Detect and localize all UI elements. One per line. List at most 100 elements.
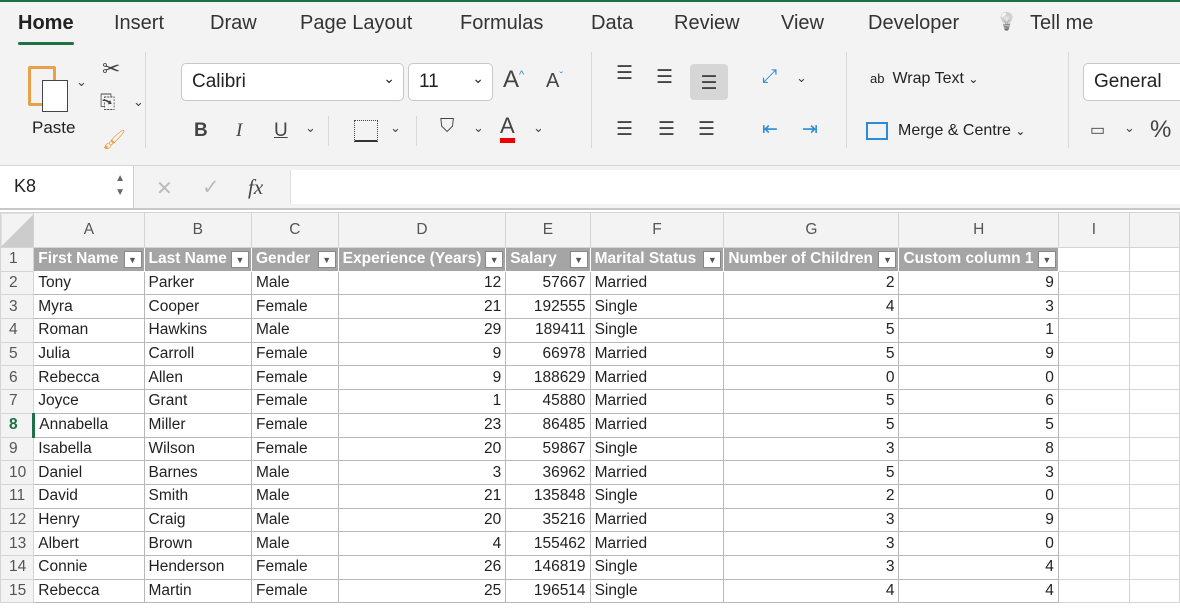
tab-insert[interactable]: Insert <box>114 12 164 35</box>
cell[interactable] <box>1057 578 1130 604</box>
cell[interactable]: 196514 <box>505 578 591 604</box>
paste-chevron-icon[interactable]: ⌄ <box>76 74 87 90</box>
cell[interactable]: 3 <box>723 507 900 533</box>
cell[interactable]: Female <box>250 578 339 604</box>
cell[interactable]: 86485 <box>505 412 591 438</box>
cell[interactable]: Male <box>250 318 339 343</box>
align-middle-icon[interactable]: ☰ <box>656 66 673 89</box>
cell[interactable]: Married <box>589 460 725 485</box>
row-header[interactable]: 10 <box>0 460 35 485</box>
row-header[interactable]: 5 <box>0 341 35 367</box>
cell[interactable]: Married <box>589 270 725 296</box>
cell[interactable] <box>1057 294 1130 320</box>
cell[interactable]: 23 <box>337 412 507 438</box>
cut-icon[interactable]: ✂ <box>102 56 120 82</box>
percent-button[interactable]: % <box>1150 116 1171 144</box>
paste-button[interactable]: Paste <box>22 60 82 140</box>
filter-dropdown-icon[interactable]: ▼ <box>878 251 897 268</box>
italic-button[interactable]: I <box>236 120 242 142</box>
cell[interactable]: Smith <box>143 483 252 509</box>
format-painter-icon[interactable]: 🖌 <box>102 128 126 152</box>
cell[interactable]: 5 <box>898 412 1059 438</box>
cell[interactable]: 4 <box>898 554 1059 580</box>
cell[interactable] <box>1128 270 1180 296</box>
cell[interactable]: Wilson <box>143 436 252 462</box>
cell[interactable] <box>1057 436 1130 462</box>
cell[interactable]: Rebecca <box>33 365 145 391</box>
tab-page-layout[interactable]: Page Layout <box>300 12 412 35</box>
borders-chevron-icon[interactable]: ⌄ <box>390 120 401 136</box>
cell[interactable] <box>1128 365 1180 391</box>
cell[interactable]: Married <box>589 507 725 533</box>
cell[interactable]: Female <box>250 554 339 580</box>
wrap-text-button[interactable]: ab Wrap Text ⌄ <box>870 70 978 88</box>
number-format-dropdown[interactable]: General <box>1083 63 1180 101</box>
increase-indent-icon[interactable]: ⇥ <box>802 118 818 141</box>
cell[interactable] <box>1057 341 1130 367</box>
cell[interactable]: Married <box>589 389 725 414</box>
column-header-H[interactable]: H <box>898 212 1059 248</box>
cell[interactable]: Parker <box>143 270 252 296</box>
cell[interactable] <box>1128 507 1180 533</box>
row-header[interactable]: 11 <box>0 483 35 509</box>
select-all-corner[interactable] <box>0 212 35 248</box>
cell[interactable]: Single <box>589 554 725 580</box>
cell[interactable]: Male <box>250 483 339 509</box>
underline-chevron-icon[interactable]: ⌄ <box>305 120 316 136</box>
filter-dropdown-icon[interactable]: ▼ <box>485 251 504 268</box>
cell[interactable]: 9 <box>337 341 507 367</box>
cell[interactable]: Albert <box>33 531 145 556</box>
cell[interactable] <box>1128 436 1180 462</box>
tab-formulas[interactable]: Formulas <box>460 12 543 35</box>
cell[interactable] <box>1128 412 1180 438</box>
row-header[interactable]: 4 <box>0 318 35 343</box>
cell[interactable]: Married <box>589 365 725 391</box>
tab-tell-me[interactable]: Tell me <box>1030 12 1093 35</box>
cell[interactable]: Grant <box>143 389 252 414</box>
cell[interactable]: Miller <box>143 412 252 438</box>
cell[interactable]: 155462 <box>505 531 591 556</box>
header-cell[interactable]: Experience (Years) ▼ <box>337 247 507 272</box>
cell[interactable]: 3 <box>898 294 1059 320</box>
cell[interactable]: 21 <box>337 294 507 320</box>
cell[interactable]: 57667 <box>505 270 591 296</box>
cell[interactable] <box>1128 294 1180 320</box>
cell[interactable]: 25 <box>337 578 507 604</box>
cell[interactable]: 3 <box>337 460 507 485</box>
cell[interactable]: David <box>33 483 145 509</box>
filter-dropdown-icon[interactable]: ▼ <box>123 251 142 268</box>
orientation-icon[interactable]: ⤢ <box>762 66 777 88</box>
cell[interactable]: 45880 <box>505 389 591 414</box>
cell[interactable]: Female <box>250 389 339 414</box>
tab-developer[interactable]: Developer <box>868 12 959 35</box>
cell[interactable]: Male <box>250 270 339 296</box>
cell[interactable]: Single <box>589 436 725 462</box>
cell[interactable]: 35216 <box>505 507 591 533</box>
tab-review[interactable]: Review <box>674 12 740 35</box>
cell[interactable] <box>1128 389 1180 414</box>
column-header-E[interactable]: E <box>505 212 591 248</box>
cell[interactable] <box>1057 247 1130 272</box>
align-right-icon[interactable]: ☰ <box>698 118 715 141</box>
cell[interactable]: Female <box>250 436 339 462</box>
cell[interactable]: Cooper <box>143 294 252 320</box>
cell[interactable]: Martin <box>143 578 252 604</box>
tab-data[interactable]: Data <box>591 12 633 35</box>
cell[interactable]: Joyce <box>33 389 145 414</box>
cell[interactable] <box>1128 483 1180 509</box>
cell[interactable]: 192555 <box>505 294 591 320</box>
cell[interactable] <box>1057 365 1130 391</box>
cell[interactable]: 3 <box>898 460 1059 485</box>
cell[interactable]: Married <box>589 341 725 367</box>
cell[interactable]: 135848 <box>505 483 591 509</box>
cell[interactable]: 4 <box>723 294 900 320</box>
cell[interactable]: 26 <box>337 554 507 580</box>
cell[interactable]: 4 <box>723 578 900 604</box>
cell[interactable]: Single <box>589 578 725 604</box>
cell[interactable]: 36962 <box>505 460 591 485</box>
cell[interactable]: 0 <box>898 365 1059 391</box>
cell[interactable]: 3 <box>723 436 900 462</box>
align-left-icon[interactable]: ☰ <box>616 118 633 141</box>
align-center-icon[interactable]: ☰ <box>658 118 675 141</box>
cell[interactable] <box>1128 318 1180 343</box>
